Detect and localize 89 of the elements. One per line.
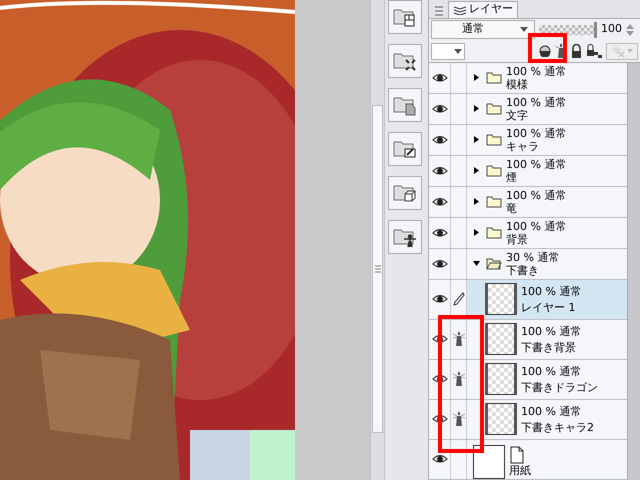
expand-arrow-icon[interactable] bbox=[473, 260, 482, 268]
highlight-frame bbox=[528, 33, 567, 63]
layer-name: レイヤー 1 bbox=[521, 300, 576, 314]
layer-row[interactable]: 100 % 通常 レイヤー 1 bbox=[429, 280, 627, 320]
eye-icon[interactable] bbox=[432, 294, 448, 304]
folder-icon bbox=[486, 102, 502, 116]
folder-icon bbox=[486, 164, 502, 178]
folder-icon bbox=[486, 195, 502, 208]
color-dropdown[interactable] bbox=[431, 42, 465, 60]
layer-thumbnail bbox=[485, 403, 517, 436]
caret-icon bbox=[520, 27, 528, 32]
layer-info: 100 % 通常 bbox=[521, 404, 582, 418]
layer-info: 100 % 通常 bbox=[506, 96, 566, 109]
eye-icon[interactable] bbox=[432, 72, 448, 83]
layer-info: 100 % 通常 bbox=[521, 364, 582, 378]
scroll-thumb[interactable] bbox=[372, 105, 383, 433]
layer-name: キャラ bbox=[506, 140, 540, 153]
eye-icon[interactable] bbox=[432, 228, 448, 238]
layer-row[interactable]: 100 % 通常 下書き背景 bbox=[429, 320, 627, 360]
eye-icon[interactable] bbox=[432, 258, 448, 269]
material-button[interactable] bbox=[388, 132, 422, 166]
layer-name: 文字 bbox=[506, 108, 529, 122]
material-button[interactable] bbox=[388, 176, 422, 210]
blend-mode-dropdown[interactable]: 通常 bbox=[431, 20, 535, 40]
folder-icon bbox=[486, 257, 502, 270]
material-button[interactable] bbox=[388, 44, 422, 78]
caret-icon bbox=[454, 48, 462, 54]
layer-thumbnail bbox=[485, 283, 517, 316]
layer-thumbnail bbox=[485, 323, 517, 356]
layer-row[interactable]: 100 % 通常 下書きキャラ2 bbox=[429, 400, 627, 440]
lock-icon[interactable] bbox=[571, 44, 582, 58]
layer-name: 模様 bbox=[506, 78, 529, 91]
folder-icon bbox=[486, 71, 502, 84]
layer-row[interactable]: 用紙 bbox=[429, 440, 627, 480]
mask-icon bbox=[611, 45, 625, 58]
paper-thumbnail bbox=[473, 445, 505, 480]
lighthouse-icon bbox=[452, 411, 464, 428]
layer-info: 100 % 通常 bbox=[506, 188, 566, 202]
layer-row[interactable]: 100 % 通常 下書きドラゴン bbox=[429, 360, 627, 400]
layer-row[interactable]: 100 % 通常 文字 bbox=[429, 94, 627, 125]
layer-name: 下書きキャラ2 bbox=[521, 420, 594, 434]
eye-icon[interactable] bbox=[432, 334, 448, 344]
layer-name: 下書きドラゴン bbox=[521, 380, 598, 394]
layer-info: 100 % 通常 bbox=[506, 158, 566, 171]
layer-info: 30 % 通常 bbox=[506, 250, 560, 264]
eye-icon[interactable] bbox=[432, 374, 448, 384]
layer-info: 100 % 通常 bbox=[521, 324, 582, 338]
opacity-value: 100 bbox=[601, 21, 622, 38]
transparency-lock-icon[interactable] bbox=[586, 44, 602, 58]
eye-icon[interactable] bbox=[432, 166, 448, 176]
layer-thumbnail bbox=[485, 363, 517, 396]
menu-icon[interactable] bbox=[432, 4, 446, 18]
eye-icon[interactable] bbox=[432, 196, 448, 207]
eye-icon[interactable] bbox=[432, 454, 448, 464]
caret-icon bbox=[627, 49, 633, 54]
layer-row[interactable]: 100 % 通常 竜 bbox=[429, 186, 627, 218]
slider-thumb[interactable] bbox=[594, 22, 597, 38]
lighthouse-icon bbox=[452, 371, 464, 388]
opacity-slider[interactable] bbox=[539, 24, 597, 35]
layer-row[interactable]: 100 % 通常 背景 bbox=[429, 218, 627, 249]
layer-info: 100 % 通常 bbox=[506, 64, 566, 78]
scrollbar[interactable] bbox=[370, 0, 385, 480]
page-icon bbox=[509, 446, 525, 464]
scrollbar[interactable] bbox=[627, 62, 640, 480]
material-button[interactable] bbox=[388, 0, 422, 34]
eye-icon[interactable] bbox=[432, 414, 448, 424]
folder-icon bbox=[486, 226, 502, 240]
layers-icon bbox=[453, 4, 467, 15]
lighthouse-icon bbox=[452, 331, 464, 348]
layer-info: 100 % 通常 bbox=[521, 284, 582, 298]
eye-icon[interactable] bbox=[432, 104, 448, 114]
material-button[interactable] bbox=[388, 220, 422, 254]
layer-info: 100 % 通常 bbox=[506, 220, 566, 233]
layer-name: 煙 bbox=[506, 170, 518, 184]
layer-name: 下書き背景 bbox=[521, 340, 577, 354]
layer-name: 背景 bbox=[506, 232, 529, 246]
layer-row[interactable]: 100 % 通常 煙 bbox=[429, 156, 627, 187]
layer-row[interactable]: 100 % 通常 キャラ bbox=[429, 124, 627, 156]
grip-icon bbox=[374, 265, 380, 273]
eye-icon[interactable] bbox=[432, 134, 448, 145]
layer-name: 下書き bbox=[506, 264, 540, 277]
reference-icon[interactable] bbox=[539, 45, 551, 58]
layer-name: 竜 bbox=[506, 202, 518, 215]
folder-icon bbox=[486, 133, 502, 146]
layer-tab[interactable]: レイヤー bbox=[448, 0, 518, 18]
layer-row[interactable]: 100 % 通常 模様 bbox=[429, 62, 627, 94]
layer-name: 用紙 bbox=[509, 464, 531, 477]
layer-row[interactable]: 30 % 通常 下書き bbox=[429, 248, 627, 280]
layer-info: 100 % 通常 bbox=[506, 126, 566, 140]
